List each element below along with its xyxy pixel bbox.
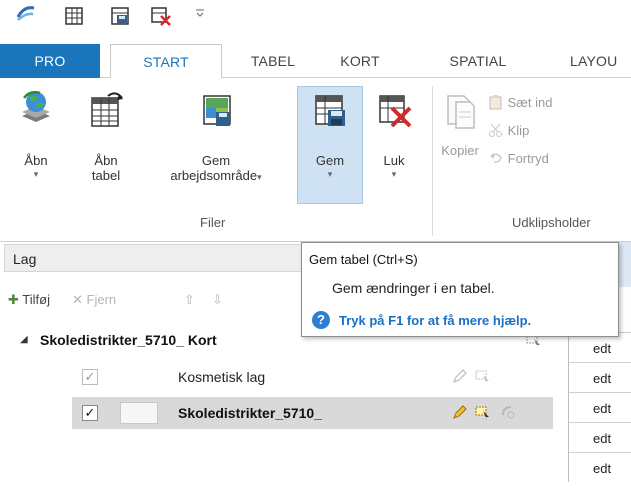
fortryd-label: Fortryd — [507, 151, 549, 166]
fjern-button[interactable]: ✕ Fjern — [72, 292, 116, 308]
undo-icon — [488, 150, 504, 169]
open-project-icon — [14, 90, 58, 133]
collapse-triangle-icon[interactable]: ◢ — [20, 334, 28, 345]
gem-arbejdsomraade-label-line2: arbejdsområde — [170, 168, 258, 183]
close-table-icon[interactable] — [150, 6, 171, 26]
gem-arbejdsomraade-dropdown-caret: ▾ — [257, 172, 262, 182]
ribbon-start: Åbn ▾ Åbn tabel Gem arbejdsområde▾ Gem ▾… — [0, 78, 631, 242]
arcgis-pro-logo-icon — [16, 4, 36, 24]
plus-icon: ✚ — [8, 292, 19, 307]
scissors-icon — [488, 122, 504, 141]
tooltip-title: Gem tabel (Ctrl+S) — [309, 252, 418, 267]
aabn-tabel-label-line1: Åbn — [94, 153, 118, 168]
edit-pencil-icon[interactable] — [452, 368, 468, 387]
gem-tabel-tooltip: Gem tabel (Ctrl+S) Gem ændringer i en ta… — [301, 242, 619, 337]
ribbon-tabs: PRO START TABEL KORT SPATIAL LAYOU — [0, 44, 631, 79]
gem-arbejdsomraade-label-line1: Gem — [201, 153, 231, 168]
selectable-icon[interactable] — [474, 368, 492, 387]
saet-ind-label: Sæt ind — [507, 95, 553, 110]
paste-icon — [488, 94, 504, 113]
table-cell[interactable]: edt — [568, 452, 631, 482]
tilfoej-button[interactable]: ✚ Tilføj — [8, 292, 50, 308]
luk-dropdown-caret: ▾ — [391, 169, 397, 179]
snapping-icon[interactable] — [500, 404, 516, 423]
edit-pencil-icon[interactable] — [452, 404, 468, 423]
tab-spatial[interactable]: SPATIAL — [430, 44, 526, 78]
group-separator — [432, 86, 433, 236]
gem-arbejdsomraade-button[interactable]: Gem arbejdsområde▾ — [150, 90, 282, 185]
tooltip-description: Gem ændringer i en tabel. — [332, 280, 495, 296]
pane-title: Lag — [13, 251, 37, 267]
layer-symbol-thumbnail — [120, 402, 158, 424]
kopier-button[interactable]: Kopier — [438, 90, 482, 158]
layer-label: Kosmetisk lag — [178, 369, 266, 385]
gem-label: Gem — [315, 153, 345, 168]
tree-row-skoledistrikter[interactable]: ✓ Skoledistrikter_5710_ — [0, 397, 560, 431]
tree-row-kosmetisk-lag[interactable]: ✓ Kosmetisk lag — [0, 360, 560, 394]
tab-start[interactable]: START — [110, 44, 222, 79]
table-cell[interactable]: edt — [568, 422, 631, 452]
gem-button[interactable]: Gem ▾ — [304, 90, 356, 180]
tab-pro[interactable]: PRO — [0, 44, 100, 78]
aabn-label: Åbn — [24, 153, 48, 168]
group-label-udklipsholder: Udklipsholder — [512, 215, 591, 230]
aabn-tabel-button[interactable]: Åbn tabel — [84, 90, 128, 183]
move-up-icon[interactable]: ⇧ — [184, 292, 195, 308]
group-label-filer: Filer — [200, 215, 226, 230]
move-down-icon[interactable]: ⇩ — [212, 292, 223, 308]
luk-button[interactable]: Luk ▾ — [368, 90, 420, 180]
visibility-checkbox[interactable]: ✓ — [82, 369, 98, 385]
kopier-label: Kopier — [441, 143, 479, 158]
help-question-icon: ? — [312, 311, 330, 329]
quick-access-toolbar — [0, 0, 631, 44]
gem-dropdown-caret: ▾ — [327, 169, 333, 179]
save-workspace-icon — [150, 90, 282, 133]
fjern-label: Fjern — [86, 292, 117, 307]
save-table-icon-large — [304, 90, 356, 133]
aabn-tabel-label-line2: tabel — [91, 168, 121, 183]
map-root-label: Skoledistrikter_5710_ Kort — [40, 332, 217, 348]
tilfoej-label: Tilføj — [22, 292, 50, 307]
selectable-icon[interactable] — [474, 404, 492, 423]
new-table-icon[interactable] — [64, 6, 84, 26]
tab-layout[interactable]: LAYOU — [560, 44, 631, 78]
fortryd-button[interactable]: Fortryd — [488, 150, 549, 169]
aabn-dropdown-caret: ▾ — [33, 169, 39, 179]
luk-label: Luk — [383, 153, 405, 168]
save-table-icon[interactable] — [110, 6, 130, 26]
tab-tabel[interactable]: TABEL — [232, 44, 314, 78]
layer-label: Skoledistrikter_5710_ — [178, 405, 322, 421]
saet-ind-button[interactable]: Sæt ind — [488, 94, 552, 113]
klip-button[interactable]: Klip — [488, 122, 529, 141]
visibility-checkbox[interactable]: ✓ — [82, 405, 98, 421]
table-cell[interactable]: edt — [568, 362, 631, 392]
aabn-button[interactable]: Åbn ▾ — [14, 90, 58, 180]
close-table-icon-large — [368, 90, 420, 133]
remove-x-icon: ✕ — [72, 292, 83, 307]
tab-kort[interactable]: KORT — [322, 44, 398, 78]
klip-label: Klip — [507, 123, 530, 138]
table-cell[interactable]: edt — [568, 392, 631, 422]
open-table-icon — [84, 90, 128, 133]
tooltip-help-link[interactable]: Tryk på F1 for at få mere hjælp. — [339, 313, 531, 328]
customize-qat-dropdown[interactable] — [195, 5, 205, 22]
copy-icon — [438, 90, 482, 133]
